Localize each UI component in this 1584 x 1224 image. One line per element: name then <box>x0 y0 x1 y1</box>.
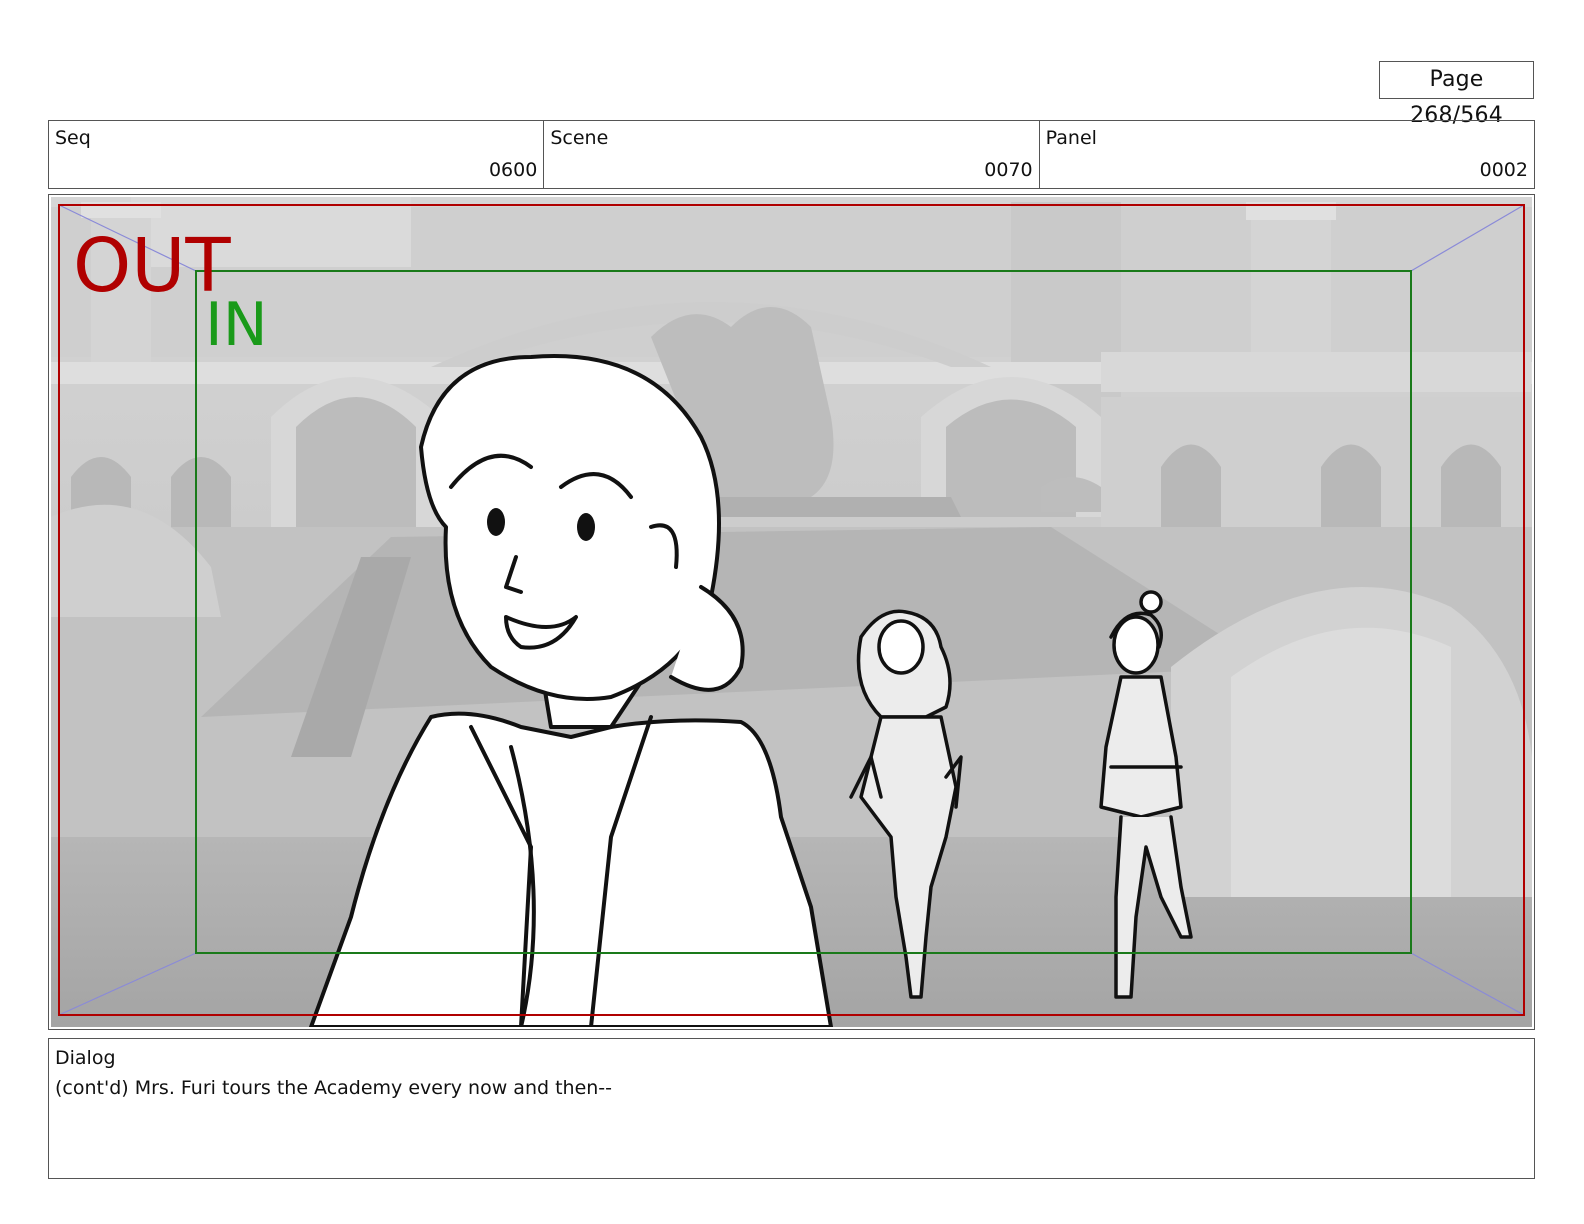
seq-label: Seq <box>55 127 91 149</box>
scene-value: 0070 <box>984 159 1033 181</box>
panel-label: Panel <box>1045 127 1097 149</box>
page-number: Page 268/564 <box>1379 61 1534 128</box>
panel-header: Seq 0600 Scene 0070 Panel 0002 <box>48 120 1535 189</box>
in-label: IN <box>205 290 268 360</box>
dialog-box: Dialog (cont'd) Mrs. Furi tours the Acad… <box>48 1038 1535 1179</box>
seq-value: 0600 <box>488 159 538 181</box>
dialog-text: (cont'd) Mrs. Furi tours the Academy eve… <box>55 1077 613 1099</box>
storyboard-drawing: OUT IN <box>51 197 1532 1027</box>
seq-cell: Seq 0600 <box>49 121 545 188</box>
panel-value: 0002 <box>1479 159 1528 181</box>
storyboard-panel: OUT IN <box>48 194 1535 1030</box>
scene-label: Scene <box>550 127 609 149</box>
scene-cell: Scene 0070 <box>544 121 1040 188</box>
dialog-label: Dialog <box>55 1047 116 1069</box>
panel-cell: Panel 0002 <box>1040 121 1534 188</box>
